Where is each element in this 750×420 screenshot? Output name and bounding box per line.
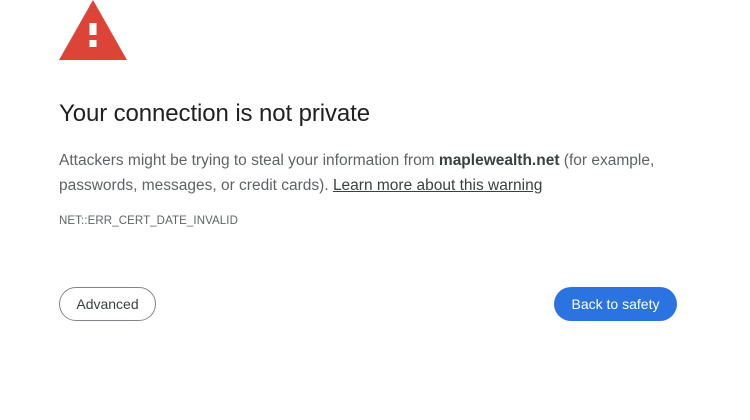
warning-message: Attackers might be trying to steal your … (59, 148, 699, 198)
site-domain: maplewealth.net (438, 152, 560, 169)
interstitial-page: Your connection is not private Attackers… (0, 0, 750, 420)
page-title: Your connection is not private (59, 100, 370, 127)
back-to-safety-button[interactable]: Back to safety (554, 287, 677, 321)
message-prefix: Attackers might be trying to steal your … (59, 152, 439, 169)
learn-more-link[interactable]: Learn more about this warning (333, 177, 542, 194)
error-code: NET::ERR_CERT_DATE_INVALID (59, 215, 238, 227)
warning-triangle-icon (59, 0, 127, 60)
advanced-button[interactable]: Advanced (59, 287, 156, 321)
